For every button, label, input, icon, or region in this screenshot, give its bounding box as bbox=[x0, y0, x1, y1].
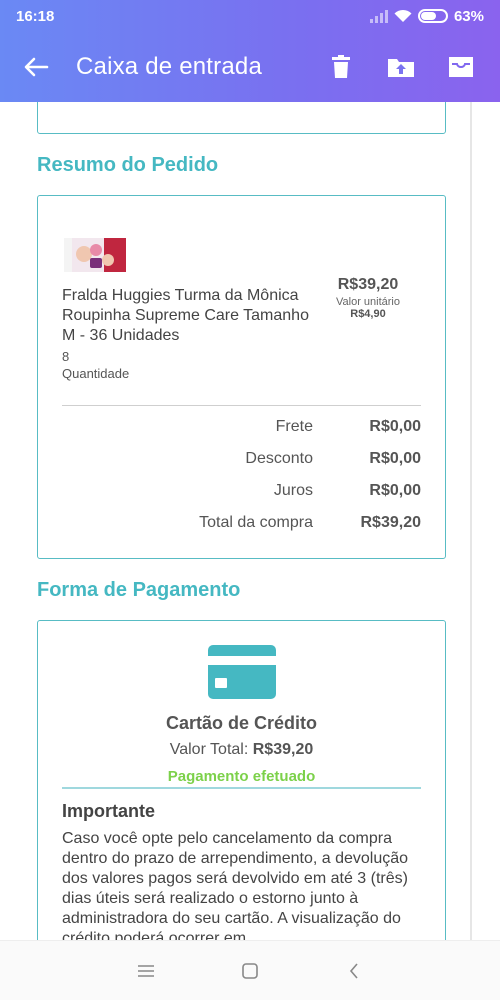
price-box: R$39,20 Valor unitário R$4,90 bbox=[318, 276, 418, 320]
product-quantity: 8 Quantidade bbox=[62, 348, 129, 382]
home-square-icon[interactable] bbox=[198, 941, 302, 1000]
app-header: 16:18 63% Caixa de entrada bbox=[0, 0, 500, 102]
unit-price-value: R$4,90 bbox=[350, 308, 386, 320]
summary-label: Juros bbox=[273, 482, 313, 499]
summary-row-frete: Frete R$0,00 bbox=[62, 418, 421, 442]
summary-row-desconto: Desconto R$0,00 bbox=[62, 450, 421, 474]
credit-card-icon bbox=[208, 645, 276, 699]
status-icons: 63% bbox=[369, 7, 484, 25]
page-title: Caixa de entrada bbox=[76, 53, 262, 80]
app-bar: Caixa de entrada bbox=[0, 32, 500, 102]
important-text: Caso você opte pelo cancelamento da comp… bbox=[62, 830, 409, 940]
payment-section-title: Forma de Pagamento bbox=[37, 579, 241, 601]
upload-folder-icon[interactable] bbox=[382, 48, 420, 86]
quantity-value: 8 bbox=[62, 349, 70, 364]
order-section-title: Resumo do Pedido bbox=[37, 154, 219, 176]
summary-value: R$0,00 bbox=[369, 450, 421, 467]
payment-total-label: Valor Total: bbox=[169, 741, 249, 758]
back-arrow-icon[interactable] bbox=[16, 47, 56, 87]
header-actions bbox=[322, 48, 480, 86]
payment-status: Pagamento efetuado bbox=[167, 768, 316, 785]
summary-value: R$0,00 bbox=[369, 482, 421, 499]
menu-icon[interactable] bbox=[94, 941, 198, 1000]
trash-icon[interactable] bbox=[322, 48, 360, 86]
summary-row-juros: Juros R$0,00 bbox=[62, 482, 421, 506]
order-summary-card: Fralda Huggies Turma da Mônica Roupinha … bbox=[37, 195, 446, 559]
product-name: Fralda Huggies Turma da Mônica Roupinha … bbox=[62, 287, 309, 344]
battery-icon bbox=[417, 9, 448, 23]
order-divider bbox=[62, 405, 421, 406]
summary-row-total: Total da compra R$39,20 bbox=[62, 514, 421, 538]
payment-total: Valor Total: R$39,20 bbox=[38, 741, 445, 759]
payment-total-value: R$39,20 bbox=[252, 741, 314, 758]
status-time: 16:18 bbox=[16, 7, 55, 25]
scroll-content[interactable]: Resumo do Pedido Fralda Huggies Turma da… bbox=[0, 102, 500, 940]
summary-label: Total da compra bbox=[199, 514, 313, 531]
payment-method: Cartão de Crédito bbox=[165, 713, 318, 733]
summary-label: Frete bbox=[275, 418, 313, 435]
status-bar: 16:18 63% bbox=[0, 0, 500, 32]
product-price: R$39,20 bbox=[337, 276, 399, 293]
unit-price-label: Valor unitário bbox=[336, 296, 400, 308]
payment-divider bbox=[62, 787, 421, 789]
quantity-label: Quantidade bbox=[62, 366, 130, 381]
battery-percent: 63% bbox=[453, 7, 484, 25]
scroll-track bbox=[470, 102, 472, 940]
important-title: Importante bbox=[62, 801, 156, 821]
previous-card bbox=[37, 102, 446, 134]
archive-icon[interactable] bbox=[442, 48, 480, 86]
signal-icon bbox=[369, 9, 388, 23]
wifi-icon bbox=[394, 9, 412, 22]
summary-value: R$0,00 bbox=[369, 418, 421, 435]
product-image bbox=[64, 238, 126, 272]
summary-value: R$39,20 bbox=[360, 514, 422, 531]
summary-label: Desconto bbox=[245, 450, 313, 467]
payment-card: Cartão de Crédito Valor Total: R$39,20 P… bbox=[37, 620, 446, 940]
system-nav-bar bbox=[0, 940, 500, 1000]
back-chevron-icon[interactable] bbox=[302, 941, 406, 1000]
